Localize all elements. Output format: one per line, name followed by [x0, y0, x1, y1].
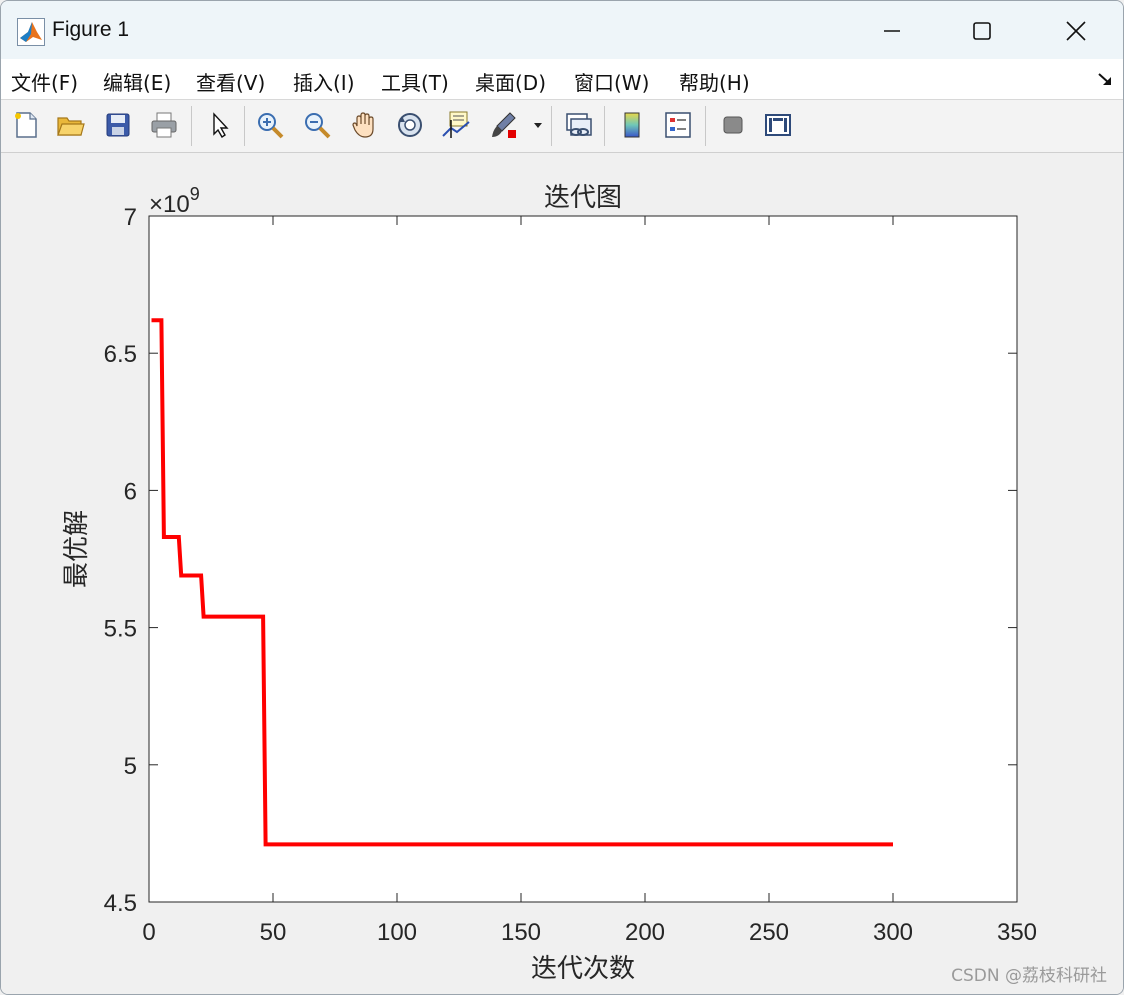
print-icon — [151, 112, 177, 138]
legend-icon — [665, 112, 691, 138]
minimize-button[interactable] — [869, 11, 915, 51]
pan-button[interactable] — [347, 108, 381, 142]
y-tick-label: 4.5 — [104, 890, 137, 917]
dock-arrow-icon[interactable] — [1097, 71, 1113, 87]
zoom-out-icon — [305, 113, 331, 139]
y-tick-label: 5.5 — [104, 616, 137, 643]
menu-tools[interactable]: 工具(T) — [381, 67, 449, 96]
open-folder-icon — [57, 117, 85, 136]
maximize-icon — [973, 22, 991, 40]
figure-canvas: 0 50 100 150 200 250 300 350 4.5 5 5.5 6 6.5 7 迭代图 迭… — [1, 153, 1123, 994]
data-cursor-icon — [442, 111, 470, 138]
pan-hand-icon — [352, 112, 374, 138]
toolbar-separator — [604, 106, 605, 146]
axes-box[interactable] — [148, 215, 1018, 903]
chart[interactable]: 0 50 100 150 200 250 300 350 4.5 5 5.5 6 6.5 7 迭代图 迭… — [1, 153, 1123, 994]
y-exponent-label: ×109 — [149, 184, 200, 218]
menu-insert[interactable]: 插入(I) — [293, 67, 355, 96]
zoom-in-button[interactable] — [253, 108, 287, 142]
y-exponent-base: ×10 — [149, 191, 190, 218]
hide-plot-tools-icon — [723, 116, 743, 134]
x-tick-label: 250 — [749, 919, 789, 946]
menu-bar: 文件(F) 编辑(E) 查看(V) 插入(I) 工具(T) 桌面(D) 窗口(W… — [1, 59, 1123, 100]
x-axis-label: 迭代次数 — [531, 954, 635, 984]
x-tick-label: 50 — [260, 919, 287, 946]
title-bar: Figure 1 — [1, 1, 1123, 59]
new-figure-icon — [15, 112, 37, 138]
colorbar-icon — [624, 112, 640, 138]
y-tick-label: 6.5 — [104, 341, 137, 368]
x-tick-label: 200 — [625, 919, 665, 946]
menu-help[interactable]: 帮助(H) — [679, 67, 750, 96]
y-exponent-power: 9 — [190, 184, 200, 204]
watermark: CSDN @荔枝科研社 — [951, 966, 1107, 986]
insert-legend-button[interactable] — [661, 108, 695, 142]
close-icon — [1066, 21, 1086, 41]
brush-dropdown-button[interactable] — [529, 108, 547, 142]
zoom-in-icon — [258, 113, 284, 139]
chart-title: 迭代图 — [544, 183, 622, 213]
close-button[interactable] — [1053, 11, 1099, 51]
edit-plot-button[interactable] — [203, 108, 237, 142]
y-axis-label: 最优解 — [62, 510, 92, 588]
toolbar-separator — [551, 106, 552, 146]
show-plot-tools-icon — [765, 114, 791, 136]
menu-file[interactable]: 文件(F) — [11, 67, 78, 96]
window-title: Figure 1 — [52, 18, 130, 41]
figure-toolbar — [1, 100, 1123, 153]
print-button[interactable] — [147, 108, 181, 142]
x-tick-labels: 0 50 100 150 200 250 300 350 — [142, 919, 1037, 946]
figure-window: Figure 1 文件(F) 编辑(E) 查看(V) 插入(I) 工具(T) 桌… — [0, 0, 1124, 995]
y-tick-label: 7 — [124, 204, 137, 231]
brush-button[interactable] — [486, 108, 520, 142]
matlab-logo-icon — [17, 18, 45, 46]
maximize-button[interactable] — [959, 11, 1005, 51]
show-plot-tools-button[interactable] — [761, 108, 795, 142]
menu-desktop[interactable]: 桌面(D) — [475, 67, 546, 96]
open-button[interactable] — [53, 108, 87, 142]
minimize-icon — [884, 30, 900, 32]
menu-edit[interactable]: 编辑(E) — [103, 67, 171, 96]
toolbar-separator — [244, 106, 245, 146]
x-tick-label: 150 — [501, 919, 541, 946]
x-tick-label: 350 — [997, 919, 1037, 946]
menu-view[interactable]: 查看(V) — [196, 67, 265, 96]
x-tick-label: 300 — [873, 919, 913, 946]
save-button[interactable] — [101, 108, 135, 142]
x-tick-label: 0 — [142, 919, 155, 946]
data-cursor-button[interactable] — [439, 108, 473, 142]
pointer-icon — [213, 112, 229, 138]
toolbar-separator — [705, 106, 706, 146]
brush-icon — [492, 112, 516, 138]
x-tick-label: 100 — [377, 919, 417, 946]
y-tick-label: 6 — [124, 478, 137, 505]
link-plot-button[interactable] — [561, 108, 595, 142]
insert-colorbar-button[interactable] — [615, 108, 649, 142]
zoom-out-button[interactable] — [300, 108, 334, 142]
save-icon — [106, 113, 130, 137]
chevron-down-icon — [534, 123, 542, 128]
new-figure-button[interactable] — [9, 108, 43, 142]
hide-plot-tools-button[interactable] — [716, 108, 750, 142]
link-plot-icon — [566, 113, 592, 136]
toolbar-separator — [191, 106, 192, 146]
y-tick-label: 5 — [124, 753, 137, 780]
rotate-3d-icon — [398, 113, 422, 137]
menu-window[interactable]: 窗口(W) — [574, 67, 649, 96]
rotate-button[interactable] — [393, 108, 427, 142]
y-tick-labels: 4.5 5 5.5 6 6.5 7 — [104, 204, 137, 917]
